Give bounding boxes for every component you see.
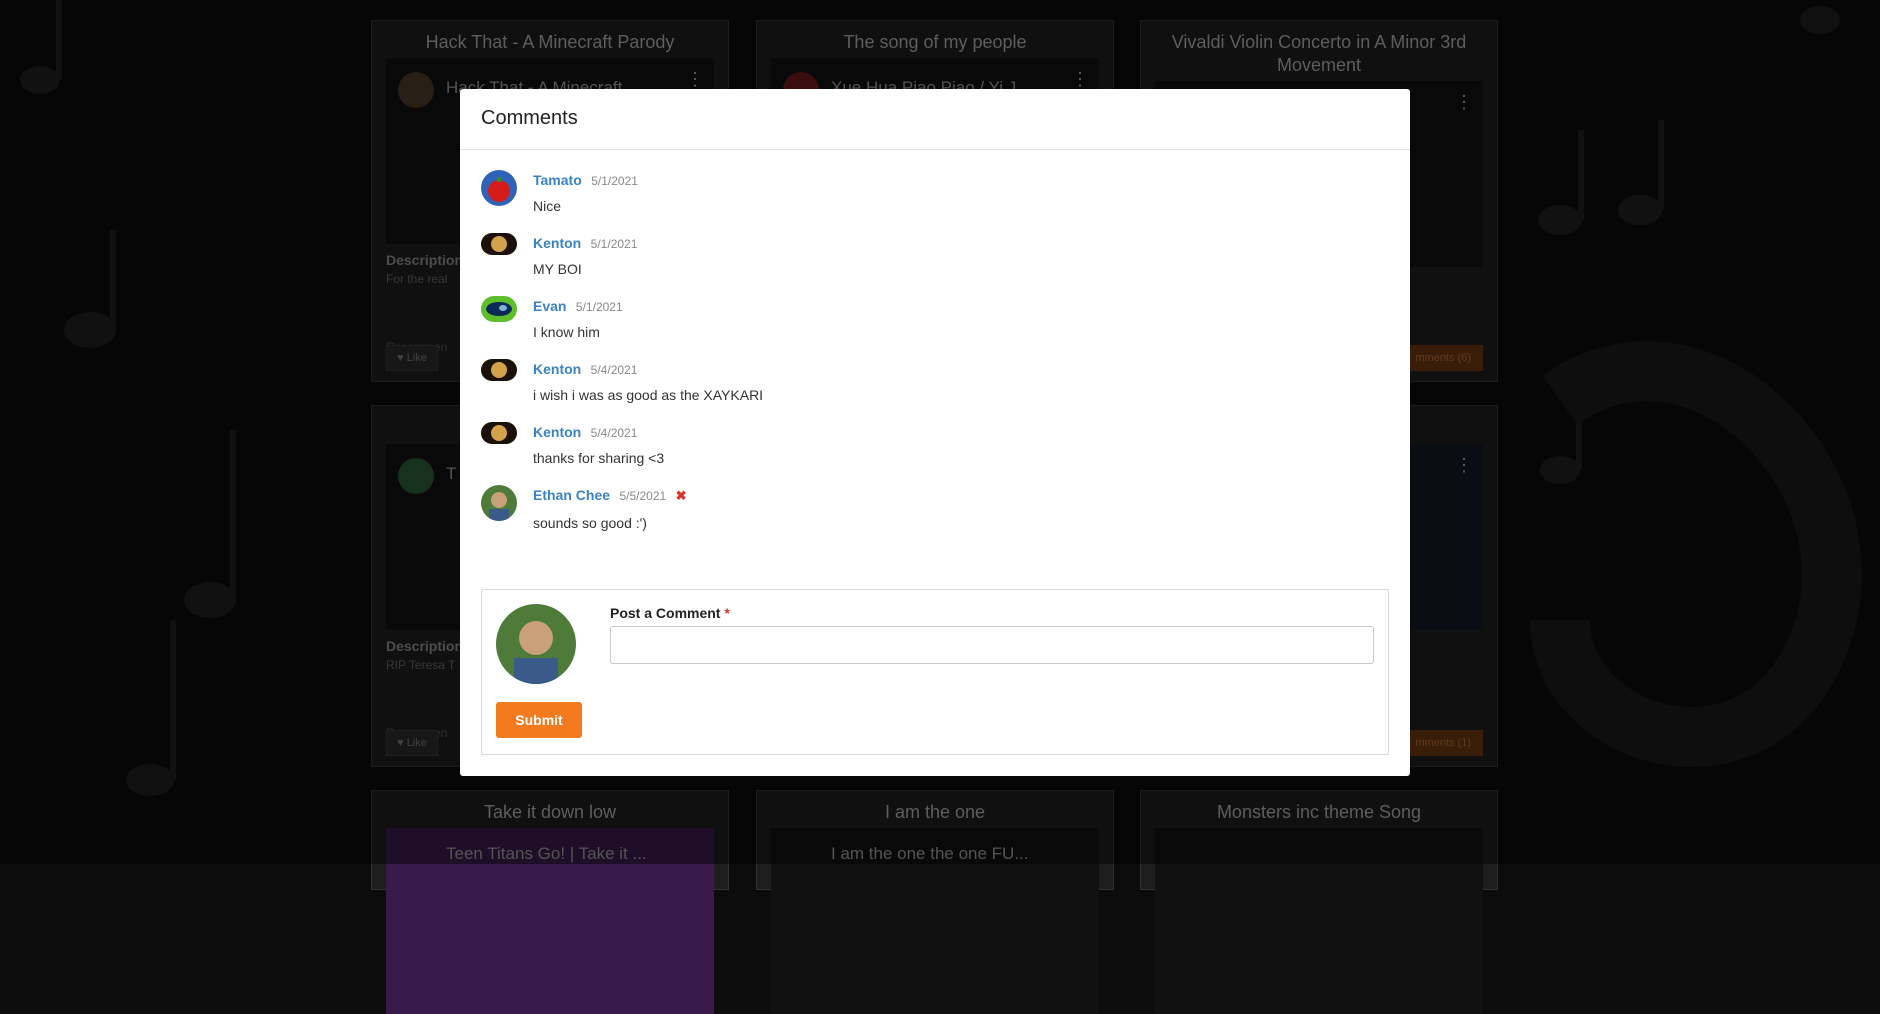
comment-item: Ethan Chee 5/5/2021 ✖ sounds so good :') bbox=[481, 481, 1410, 544]
avatar bbox=[496, 604, 576, 684]
avatar bbox=[481, 485, 517, 521]
comment-date: 5/4/2021 bbox=[590, 363, 638, 377]
comment-item: Kenton 5/1/2021 MY BOI bbox=[481, 229, 1410, 292]
avatar bbox=[481, 296, 517, 322]
comment-item: Kenton 5/4/2021 i wish i was as good as … bbox=[481, 355, 1410, 418]
avatar bbox=[481, 170, 517, 206]
comments-modal: Comments Tamato 5/1/2021 Nice Kenton 5/1… bbox=[460, 89, 1410, 776]
post-comment-label-text: Post a Comment bbox=[610, 605, 721, 621]
required-mark: * bbox=[724, 605, 730, 621]
comment-text: I know him bbox=[533, 324, 600, 340]
comment-author[interactable]: Kenton bbox=[533, 424, 581, 440]
comment-author[interactable]: Evan bbox=[533, 298, 566, 314]
comment-date: 5/4/2021 bbox=[590, 426, 638, 440]
comment-item: Evan 5/1/2021 I know him bbox=[481, 292, 1410, 355]
avatar bbox=[481, 233, 517, 255]
comment-author[interactable]: Tamato bbox=[533, 172, 582, 188]
comment-date: 5/1/2021 bbox=[590, 237, 638, 251]
comment-author[interactable]: Kenton bbox=[533, 235, 581, 251]
comment-date: 5/5/2021 bbox=[619, 489, 667, 503]
comment-item: Tamato 5/1/2021 Nice bbox=[481, 166, 1410, 229]
comment-input[interactable] bbox=[610, 626, 1374, 664]
modal-title: Comments bbox=[460, 89, 1410, 150]
avatar bbox=[481, 359, 517, 381]
comment-text: MY BOI bbox=[533, 261, 582, 277]
delete-icon[interactable]: ✖ bbox=[676, 488, 687, 503]
post-comment-form: Post a Comment * Submit bbox=[481, 589, 1389, 755]
comment-text: i wish i was as good as the XAYKARI bbox=[533, 387, 764, 403]
comment-item: Kenton 5/4/2021 thanks for sharing <3 bbox=[481, 418, 1410, 481]
comment-author[interactable]: Ethan Chee bbox=[533, 487, 610, 503]
submit-button[interactable]: Submit bbox=[496, 702, 582, 738]
post-comment-label: Post a Comment * bbox=[610, 605, 730, 621]
comment-author[interactable]: Kenton bbox=[533, 361, 581, 377]
comment-date: 5/1/2021 bbox=[575, 300, 623, 314]
comment-text: sounds so good :') bbox=[533, 515, 647, 531]
comment-text: Nice bbox=[533, 198, 562, 214]
comment-list: Tamato 5/1/2021 Nice Kenton 5/1/2021 MY … bbox=[460, 150, 1410, 544]
avatar bbox=[481, 422, 517, 444]
comment-date: 5/1/2021 bbox=[591, 174, 638, 188]
comment-text: thanks for sharing <3 bbox=[533, 450, 665, 466]
